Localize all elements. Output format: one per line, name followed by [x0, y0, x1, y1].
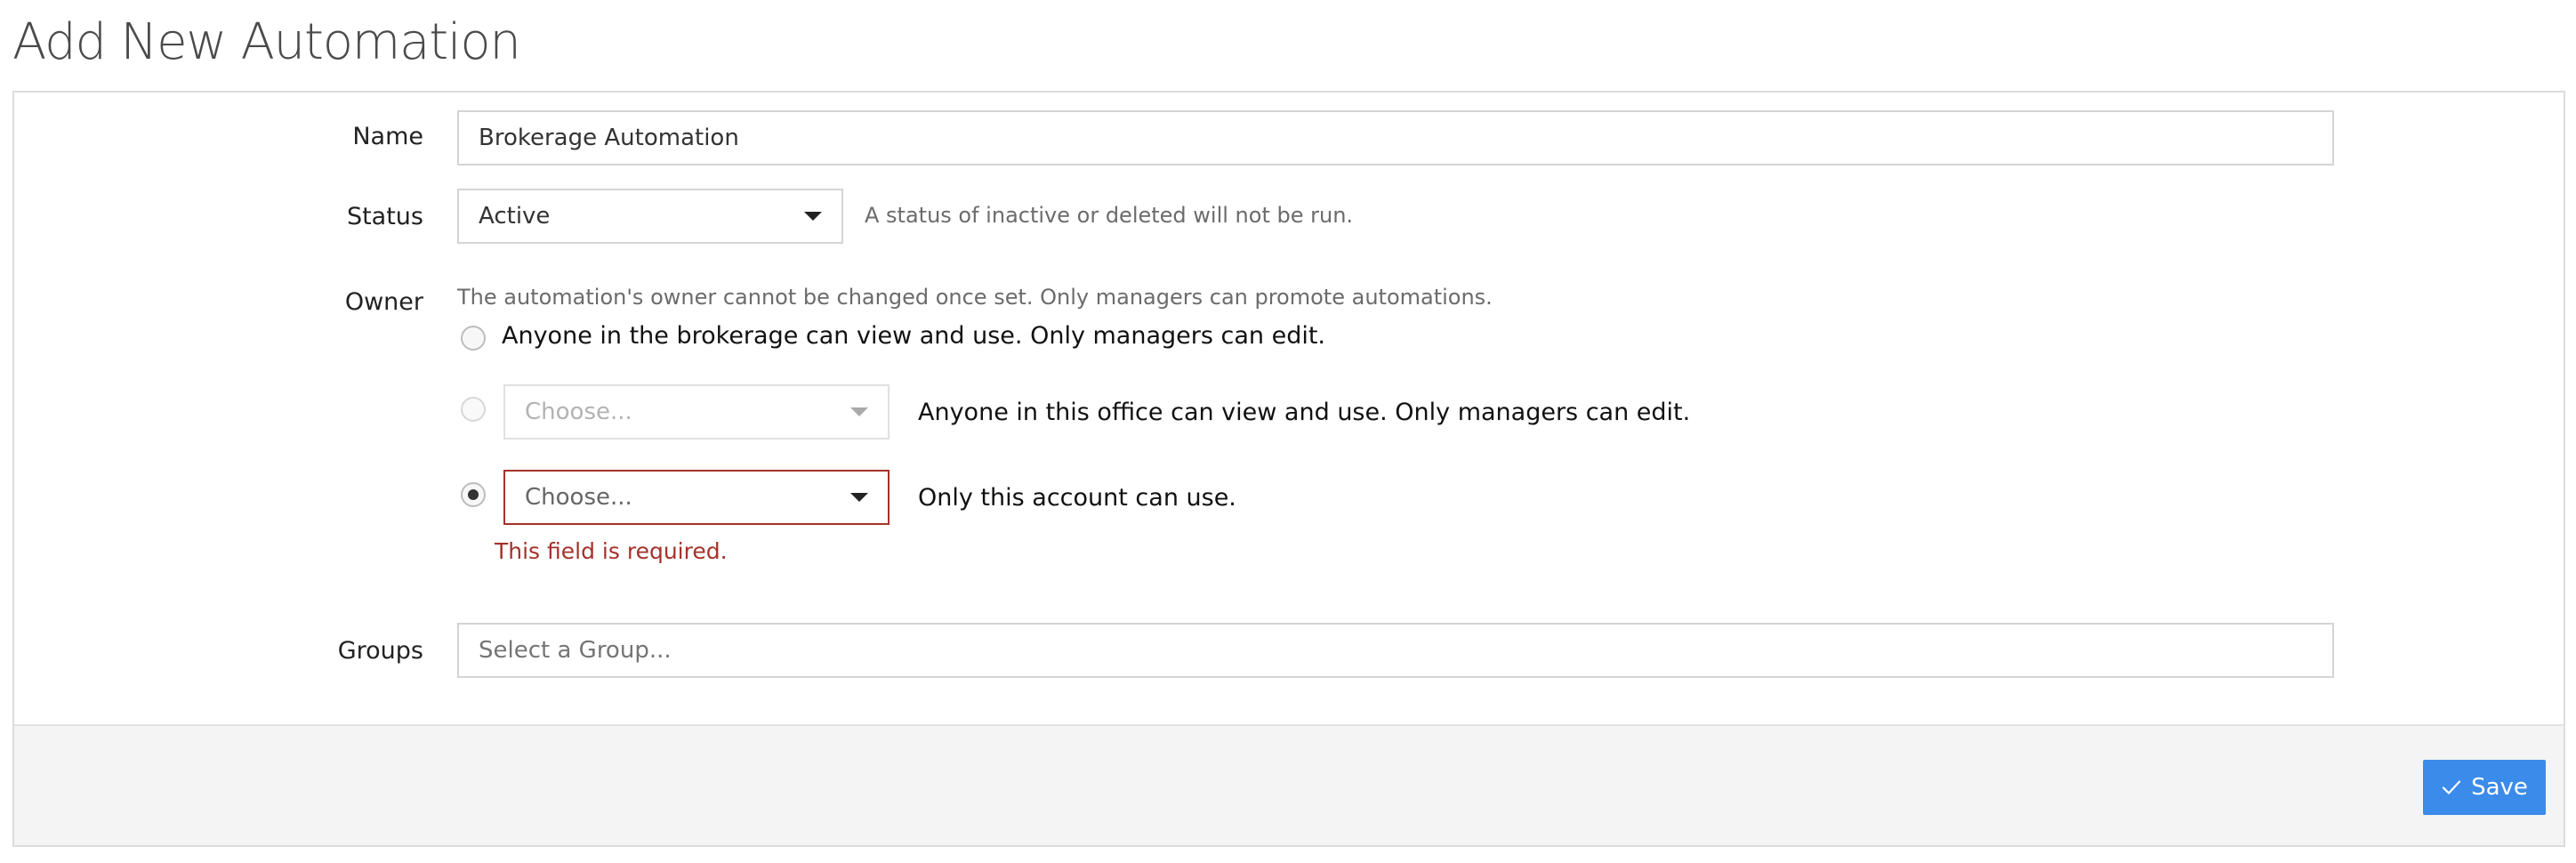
status-select[interactable]: Active — [457, 189, 843, 244]
name-input[interactable] — [457, 110, 2334, 165]
status-help-text: A status of inactive or deleted will not… — [865, 203, 1354, 228]
save-button-label: Save — [2471, 774, 2528, 801]
owner-radio-brokerage[interactable] — [461, 326, 486, 351]
owner-radio-account[interactable] — [461, 482, 486, 507]
status-select-value: Active — [479, 203, 551, 230]
radio-selected-dot — [468, 489, 479, 500]
page-title: Add New Automation — [12, 13, 521, 71]
office-select[interactable]: Choose... — [503, 384, 890, 440]
check-icon — [2442, 780, 2461, 794]
owner-radio-office[interactable] — [461, 397, 486, 422]
name-label: Name — [352, 123, 423, 150]
owner-option-office-text: Anyone in this office can view and use. … — [918, 399, 1691, 426]
groups-label: Groups — [337, 637, 423, 665]
owner-option-account-text: Only this account can use. — [918, 484, 1236, 512]
owner-label: Owner — [344, 288, 423, 316]
office-select-placeholder: Choose... — [525, 399, 632, 425]
account-select[interactable]: Choose... — [503, 470, 890, 525]
save-button[interactable]: Save — [2423, 760, 2546, 815]
account-select-placeholder: Choose... — [525, 484, 632, 511]
form-footer: Save — [14, 724, 2564, 845]
owner-option-brokerage-text: Anyone in the brokerage can view and use… — [502, 322, 1326, 350]
owner-help-text: The automation's owner cannot be changed… — [457, 285, 1493, 310]
chevron-down-icon — [850, 493, 868, 502]
automation-form-panel: Name Status Active A status of inactive … — [12, 91, 2565, 847]
owner-error-text: This field is required. — [495, 538, 728, 564]
chevron-down-icon — [804, 212, 822, 221]
groups-input[interactable] — [457, 623, 2334, 678]
chevron-down-icon — [850, 407, 868, 416]
status-label: Status — [346, 203, 423, 230]
